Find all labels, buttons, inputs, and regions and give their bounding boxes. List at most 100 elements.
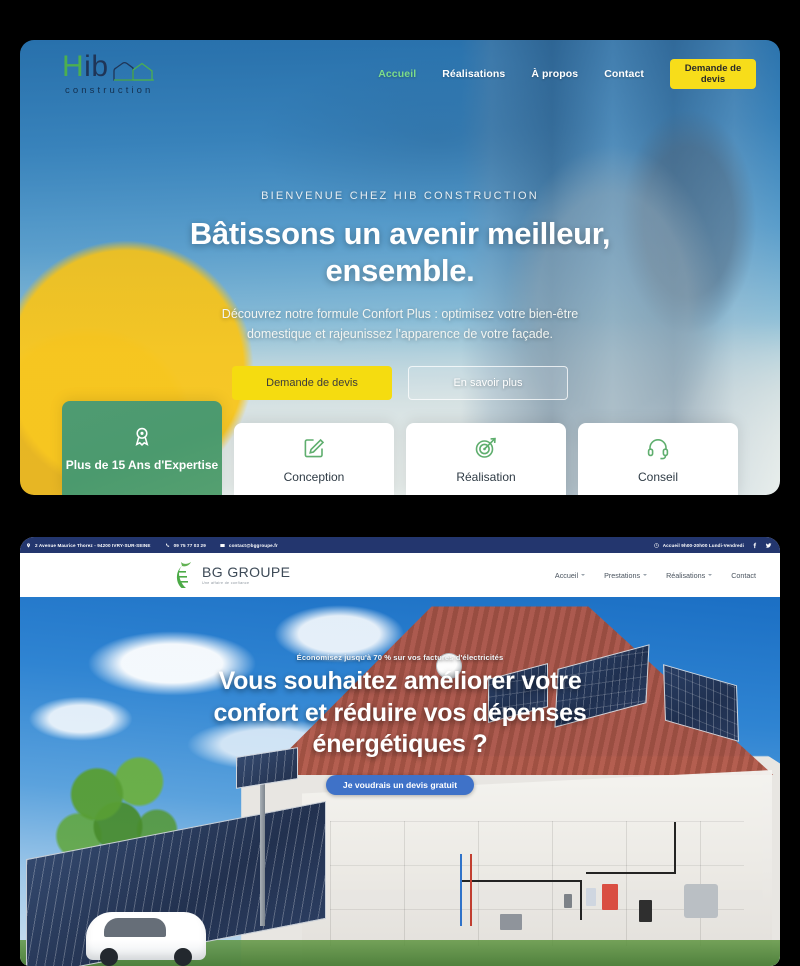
bg-email-text: contact@bggroupe.fr — [228, 542, 278, 548]
hib-nav-contact[interactable]: Contact — [604, 68, 644, 80]
chevron-down-icon — [643, 574, 648, 576]
hib-hero-learn-more-button[interactable]: En savoir plus — [408, 365, 568, 400]
hib-construction-website-card: Hib construction Accueil Réalisations À … — [20, 40, 780, 495]
hib-hero-subtitle-line2: domestique et rajeunissez l'apparence de… — [246, 326, 554, 341]
bg-hours-item: Accueil 9h00-20h00 Lundi-Vendredi — [653, 542, 744, 548]
bg-top-info-bar: 2 Avenue Maurice Thorez - 94200 IVRY-SUR… — [20, 537, 780, 553]
chevron-down-icon — [581, 574, 586, 576]
bg-groupe-logo[interactable]: BG GROUPE Une affaire de confiance — [175, 560, 290, 590]
green-figure-icon — [176, 562, 191, 588]
interior-pipe-run — [586, 872, 676, 874]
hib-logo-tagline: construction — [65, 85, 154, 97]
interior-pipe-riser — [674, 822, 676, 874]
interior-device-red — [602, 884, 618, 910]
bg-hero-free-quote-button[interactable]: Je voudrais un devis gratuit — [325, 774, 475, 795]
bg-nav-accueil-label: Accueil — [554, 570, 579, 580]
bg-phone-item[interactable]: 09 75 77 03 29 — [165, 543, 206, 548]
hib-hero-content: BIENVENUE CHEZ HIB CONSTRUCTION Bâtisson… — [20, 190, 780, 400]
bg-hero-eyebrow: Économisez jusqu'à 70 % sur vos factures… — [296, 653, 504, 662]
bg-nav-contact[interactable]: Contact — [731, 571, 756, 580]
envelope-icon — [220, 543, 225, 547]
bg-hero-section: Économisez jusqu'à 70 % sur vos factures… — [20, 597, 780, 966]
hib-feature-cards: Plus de 15 Ans d'Expertise Conception Ré… — [62, 401, 738, 495]
bg-hero-content: Économisez jusqu'à 70 % sur vos factures… — [20, 653, 780, 795]
interior-cold-water-pipe — [460, 854, 462, 926]
headset-icon — [647, 438, 669, 459]
clock-icon — [653, 542, 659, 548]
hib-site-header: Hib construction Accueil Réalisations À … — [20, 40, 780, 108]
hib-hero-subtitle: Découvrez notre formule Confort Plus : o… — [140, 305, 660, 344]
interior-device-grey — [564, 894, 572, 908]
interior-unit-box — [684, 884, 718, 918]
bg-logo-text: BG GROUPE Une affaire de confiance — [202, 565, 290, 586]
interior-appliance — [500, 914, 522, 930]
interior-pipe-horizontal — [462, 880, 582, 882]
car-wheel-left — [100, 948, 118, 966]
hib-feature-card-realisation[interactable]: Réalisation — [406, 423, 566, 495]
target-dart-icon — [475, 437, 496, 458]
hib-hero-eyebrow: BIENVENUE CHEZ HIB CONSTRUCTION — [261, 190, 539, 202]
hib-hero-buttons: Demande de devis En savoir plus — [140, 365, 660, 400]
bg-address-text: 2 Avenue Maurice Thorez - 94200 IVRY-SUR… — [35, 542, 151, 548]
bg-nav-accueil[interactable]: Accueil — [554, 570, 586, 580]
bg-logo-tagline: Une affaire de confiance — [202, 580, 250, 585]
bg-nav-prestations[interactable]: Prestations — [604, 570, 648, 580]
hib-hero-title: Bâtissons un avenir meilleur, ensemble. — [140, 216, 660, 289]
bg-phone-text: 09 75 77 03 29 — [173, 542, 206, 548]
bg-nav-contact-label: Contact — [731, 570, 756, 580]
bg-hero-cta-wrap: Je voudrais un devis gratuit — [110, 774, 690, 795]
car-wheel-right — [174, 948, 192, 966]
screenshot-canvas: Hib construction Accueil Réalisations À … — [0, 0, 800, 966]
bg-main-navigation: Accueil Prestations Réalisations Contact — [555, 571, 756, 580]
bg-hero-house-cutaway-interior — [302, 770, 772, 966]
interior-pipe-vertical — [580, 880, 582, 920]
map-pin-icon — [27, 542, 30, 548]
interior-device-dark — [639, 900, 652, 922]
solar-street-light-pole — [260, 776, 265, 926]
hib-feature-label-conseil: Conseil — [637, 469, 679, 484]
bg-site-header: BG GROUPE Une affaire de confiance Accue… — [20, 553, 780, 597]
bg-hero-title-line2: confort et réduire vos dépenses — [213, 698, 587, 727]
bg-hero-title: Vous souhaitez améliorer votre confort e… — [110, 666, 690, 761]
bg-groupe-website-card: 2 Avenue Maurice Thorez - 94200 IVRY-SUR… — [20, 537, 780, 966]
hib-feature-card-conseil[interactable]: Conseil — [578, 423, 738, 495]
hib-hero-quote-button[interactable]: Demande de devis — [232, 365, 392, 400]
award-medal-icon — [135, 427, 149, 446]
hib-feature-card-expertise[interactable]: Plus de 15 Ans d'Expertise — [62, 401, 222, 495]
hib-nav-a-propos[interactable]: À propos — [531, 68, 578, 80]
bg-hero-title-line3: énergétiques ? — [312, 730, 488, 758]
electric-car — [86, 912, 206, 966]
hib-logo[interactable]: Hib construction — [62, 52, 156, 96]
hib-header-quote-button[interactable]: Demande de devis — [670, 59, 756, 89]
bg-email-item[interactable]: contact@bggroupe.fr — [220, 543, 278, 548]
bg-hours-text: Accueil 9h00-20h00 Lundi-Vendredi — [662, 542, 744, 548]
hib-logo-letters-ib: ib — [84, 50, 109, 84]
hib-logo-letter-h: H — [62, 50, 85, 84]
phone-icon — [165, 543, 169, 547]
hib-feature-label-expertise: Plus de 15 Ans d'Expertise — [65, 457, 219, 472]
hib-nav-realisations[interactable]: Réalisations — [442, 68, 505, 80]
interior-hot-water-pipe — [470, 854, 472, 926]
hib-feature-label-conception: Conception — [283, 469, 345, 484]
facebook-icon[interactable] — [751, 542, 758, 549]
twitter-icon[interactable] — [765, 542, 772, 549]
hib-hero-title-line1: Bâtissons un avenir meilleur, — [189, 216, 611, 251]
hib-hero-title-line2: ensemble. — [325, 252, 475, 288]
bg-nav-prestations-label: Prestations — [604, 570, 641, 580]
hib-nav-accueil[interactable]: Accueil — [378, 68, 416, 80]
bg-address-item: 2 Avenue Maurice Thorez - 94200 IVRY-SUR… — [26, 543, 151, 548]
hib-feature-label-realisation: Réalisation — [456, 469, 516, 484]
house-outline-icon — [112, 62, 154, 81]
hib-main-navigation: Accueil Réalisations À propos Contact De… — [378, 59, 756, 89]
bg-hero-title-line1: Vous souhaitez améliorer votre — [218, 667, 582, 695]
pencil-square-icon — [304, 438, 325, 457]
chevron-down-icon — [708, 574, 713, 576]
interior-device-white — [586, 888, 596, 906]
hib-logo-wordmark: Hib — [62, 52, 109, 82]
hib-feature-card-conception[interactable]: Conception — [234, 423, 394, 495]
bg-logo-name: BG GROUPE — [202, 563, 291, 580]
hib-hero-subtitle-line1: Découvrez notre formule Confort Plus : o… — [221, 307, 579, 322]
bg-nav-realisations[interactable]: Réalisations — [666, 570, 713, 580]
bg-topbar-right: Accueil 9h00-20h00 Lundi-Vendredi — [653, 542, 772, 549]
bg-nav-realisations-label: Réalisations — [666, 570, 706, 580]
